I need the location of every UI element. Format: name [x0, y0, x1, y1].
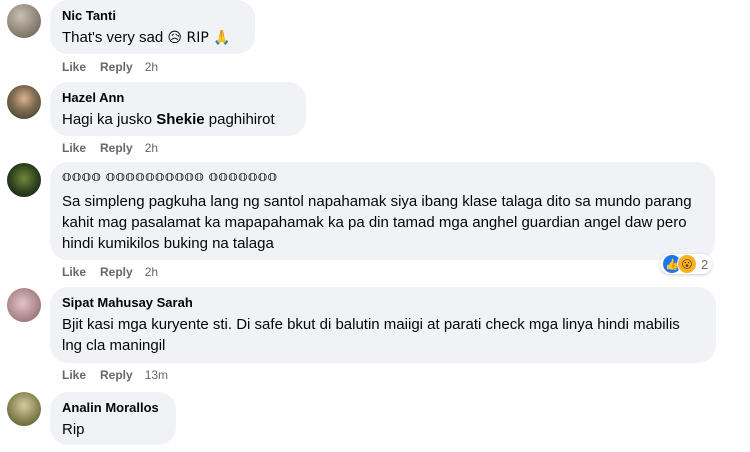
avatar[interactable] — [7, 4, 41, 38]
reaction-summary[interactable]: 👍 😮 2 — [660, 254, 713, 274]
comment-bubble: Hazel Ann Hagi ka jusko Shekie paghihiro… — [50, 82, 306, 136]
reply-button[interactable]: Reply — [100, 140, 133, 156]
comment-actions: Like Reply 13m — [62, 367, 168, 383]
like-button[interactable]: Like — [62, 367, 86, 383]
comment-time[interactable]: 13m — [145, 367, 168, 383]
mention-link[interactable]: Shekie — [156, 111, 204, 128]
comment-bubble: Nic Tanti That's very sad 😥 RIP 🙏 — [50, 0, 255, 54]
comment-bubble: 𝕆𝕆𝕆𝕆 𝕆𝕆𝕆𝕆𝕆𝕆𝕆𝕆𝕆𝕆 𝕆𝕆𝕆𝕆𝕆𝕆𝕆 Sa simpleng pagk… — [50, 162, 715, 260]
comment-text-before: Hagi ka jusko — [62, 111, 157, 128]
comment-actions: Like Reply 2h — [62, 59, 158, 75]
comment-time[interactable]: 2h — [145, 59, 158, 75]
like-button[interactable]: Like — [62, 59, 86, 75]
comment-author[interactable]: 𝕆𝕆𝕆𝕆 𝕆𝕆𝕆𝕆𝕆𝕆𝕆𝕆𝕆𝕆 𝕆𝕆𝕆𝕆𝕆𝕆𝕆 — [62, 169, 703, 186]
comment-actions: Like Reply 2h — [62, 140, 158, 156]
comment-text: Rip — [62, 421, 85, 438]
comment-text-after: paghihirot — [204, 111, 275, 128]
comment-time[interactable]: 2h — [145, 140, 158, 156]
sad-rip-pray-emoji: 😥 RIP 🙏 — [167, 30, 231, 46]
comment-author[interactable]: Hazel Ann — [62, 89, 294, 106]
reply-button[interactable]: Reply — [100, 264, 133, 280]
comment-time[interactable]: 2h — [145, 264, 158, 280]
wow-reaction-icon: 😮 — [677, 254, 697, 274]
like-button[interactable]: Like — [62, 140, 86, 156]
like-button[interactable]: Like — [62, 264, 86, 280]
comment-text-body: That's very sad — [62, 29, 164, 46]
avatar[interactable] — [7, 85, 41, 119]
comment-text: Hagi ka jusko Shekie paghihirot — [62, 109, 294, 130]
comment-author[interactable]: Analin Morallos — [62, 399, 164, 416]
comment-text: Sa simpleng pagkuha lang ng santol napah… — [62, 193, 692, 252]
comment-bubble: Sipat Mahusay Sarah Bjit kasi mga kuryen… — [50, 287, 716, 363]
comment-text: Bjit kasi mga kuryente sti. Di safe bkut… — [62, 316, 680, 354]
comment-author[interactable]: Sipat Mahusay Sarah — [62, 294, 704, 311]
comment-actions: Like Reply 2h — [62, 264, 158, 280]
reaction-count: 2 — [701, 256, 709, 272]
avatar[interactable] — [7, 392, 41, 426]
reply-button[interactable]: Reply — [100, 367, 133, 383]
avatar[interactable] — [7, 163, 41, 197]
comment-author[interactable]: Nic Tanti — [62, 7, 243, 24]
comment-text: That's very sad 😥 RIP 🙏 — [62, 27, 243, 49]
reply-button[interactable]: Reply — [100, 59, 133, 75]
comment-bubble: Analin Morallos Rip — [50, 392, 176, 445]
avatar[interactable] — [7, 288, 41, 322]
